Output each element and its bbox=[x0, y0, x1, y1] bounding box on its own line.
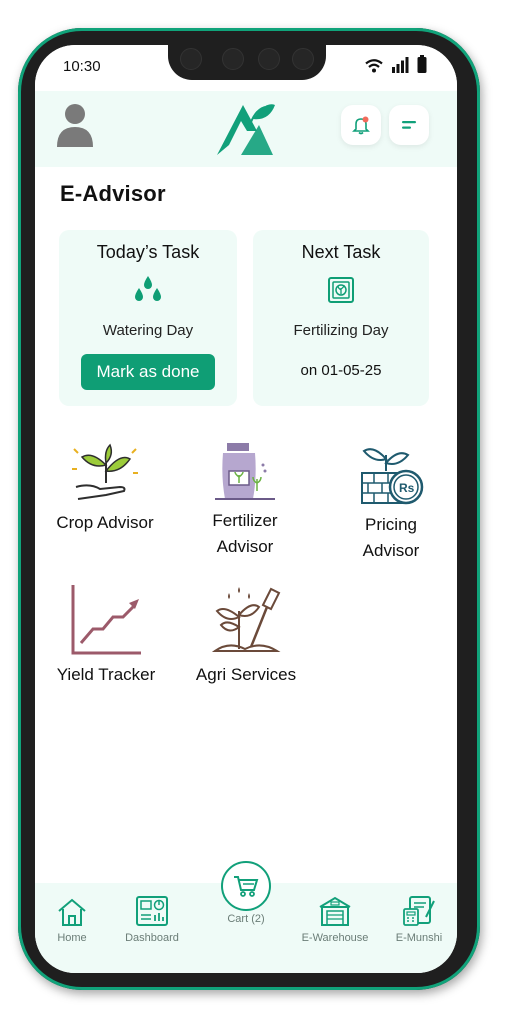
status-time: 10:30 bbox=[63, 58, 101, 75]
pricing-rupee-icon: Rs bbox=[361, 448, 424, 505]
nav-dashboard-label: Dashboard bbox=[125, 932, 179, 944]
fertilizer-advisor-tile[interactable]: Fertilizer Advisor bbox=[185, 441, 305, 560]
today-task-name: Watering Day bbox=[102, 322, 194, 339]
fertilizer-sack-icon bbox=[215, 443, 275, 500]
next-task-name: Fertilizing Day bbox=[293, 322, 389, 339]
app-screen: 10:30 E-Advisor Today’s Task Watering Da… bbox=[35, 45, 457, 973]
agri-services-tile[interactable]: Agri Services bbox=[183, 585, 309, 688]
yield-tracker-label: Yield Tracker bbox=[56, 665, 156, 684]
next-task-heading: Next Task bbox=[301, 242, 381, 262]
yield-tracker-tile[interactable]: Yield Tracker bbox=[45, 585, 167, 688]
svg-text:Rs: Rs bbox=[399, 481, 415, 495]
today-task-card: Today’s Task Watering Day Mark as done bbox=[59, 230, 237, 406]
plant-shovel-icon bbox=[211, 587, 281, 652]
camera-lens bbox=[180, 48, 202, 70]
sensor-lens bbox=[222, 48, 244, 70]
crop-advisor-label: Crop Advisor bbox=[56, 513, 154, 532]
crop-advisor-tile[interactable]: Crop Advisor bbox=[45, 443, 165, 536]
fertilizer-bag-icon bbox=[328, 277, 354, 303]
profile-avatar-icon[interactable] bbox=[55, 103, 95, 147]
sensor-lens bbox=[258, 48, 280, 70]
nav-e-munshi[interactable]: E-Munshi bbox=[391, 895, 447, 944]
agri-services-label: Agri Services bbox=[195, 665, 297, 684]
menu-button[interactable] bbox=[389, 105, 429, 145]
battery-icon bbox=[417, 55, 427, 73]
status-icons bbox=[365, 55, 427, 73]
next-task-card: Next Task Fertilizing Day on 01-05-25 bbox=[253, 230, 429, 406]
wifi-icon bbox=[365, 59, 383, 73]
nav-home-label: Home bbox=[57, 932, 87, 944]
mark-as-done-button[interactable]: Mark as done bbox=[81, 354, 215, 390]
nav-e-warehouse[interactable]: E-Warehouse bbox=[297, 895, 373, 944]
sensor-lens bbox=[292, 48, 314, 70]
munshi-calculator-icon bbox=[403, 896, 435, 926]
bell-icon bbox=[352, 116, 370, 135]
pricing-advisor-label: Pricing Advisor bbox=[362, 515, 420, 560]
nav-e-munshi-label: E-Munshi bbox=[395, 932, 443, 944]
pricing-advisor-tile[interactable]: Rs Pricing Advisor bbox=[331, 441, 451, 564]
notification-button[interactable] bbox=[341, 105, 381, 145]
signal-icon bbox=[392, 57, 409, 73]
app-header bbox=[35, 91, 457, 167]
nav-e-warehouse-label: E-Warehouse bbox=[301, 932, 369, 944]
camera-notch bbox=[168, 38, 326, 80]
today-task-heading: Today’s Task bbox=[96, 242, 200, 262]
next-task-date: on 01-05-25 bbox=[300, 362, 382, 379]
water-drops-icon bbox=[135, 276, 161, 301]
page-title: E-Advisor bbox=[60, 181, 166, 206]
menu-icon bbox=[402, 121, 416, 129]
cart-icon bbox=[234, 876, 259, 897]
fertilizer-advisor-label: Fertilizer Advisor bbox=[212, 511, 278, 556]
crop-hand-icon bbox=[72, 443, 138, 500]
cart-button[interactable] bbox=[221, 861, 271, 911]
warehouse-icon bbox=[319, 896, 351, 926]
app-logo-icon bbox=[217, 104, 275, 155]
yield-chart-icon bbox=[71, 585, 141, 655]
